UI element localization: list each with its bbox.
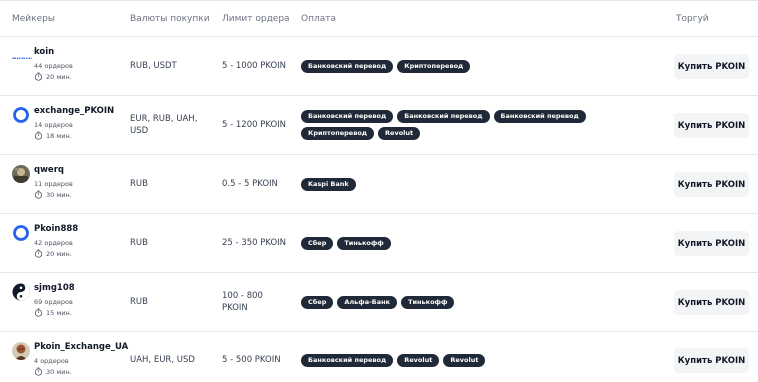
- payment-chip: Тинькофф: [337, 237, 391, 250]
- payment-methods: Сбер Альфа-Банк Тинькофф: [301, 296, 661, 309]
- limit-cell: 0.5 - 5 PKOIN: [222, 179, 278, 189]
- limit-cell: 25 - 350 PKOIN: [222, 238, 287, 248]
- table-row: PKOIN koin 44 ордеров 20 мин. RUB, USDT …: [0, 37, 758, 96]
- limit-cell: 5 - 1000 PKOIN: [222, 61, 287, 71]
- payment-methods: Kaspi Bank: [301, 178, 661, 191]
- response-time: 15 мин.: [34, 308, 72, 317]
- table-row: Pkoin_Exchange_UA 4 ордеров 30 мин. UAH,…: [0, 332, 758, 382]
- payment-chip: Альфа-Банк: [337, 296, 398, 309]
- response-time: 20 мин.: [34, 72, 72, 81]
- buy-pkoin-button[interactable]: Купить PKOIN: [674, 113, 749, 138]
- limit-cell: 5 - 1200 PKOIN: [222, 120, 287, 130]
- maker-name[interactable]: exchange_PKOIN: [34, 106, 114, 116]
- limit-cell: 100 - 800 PKOIN: [222, 291, 263, 313]
- response-time-value: 20 мин.: [46, 72, 72, 81]
- response-time-value: 30 мин.: [46, 190, 72, 199]
- response-time: 30 мин.: [34, 190, 72, 199]
- maker-name[interactable]: koin: [34, 47, 54, 57]
- header-limit: Лимит ордера: [222, 14, 290, 24]
- currencies-cell: RUB: [130, 297, 148, 307]
- ring-avatar[interactable]: [12, 224, 30, 242]
- payment-chip: Банковский перевод: [493, 110, 586, 123]
- payment-chip: Криптоперевод: [301, 127, 375, 140]
- buy-pkoin-button[interactable]: Купить PKOIN: [674, 172, 749, 197]
- payment-chip: Сбер: [301, 296, 334, 309]
- maker-name[interactable]: Pkoin888: [34, 224, 78, 234]
- buy-pkoin-button[interactable]: Купить PKOIN: [674, 231, 749, 256]
- stopwatch-icon: [34, 190, 43, 199]
- orders-count: 42 ордеров: [34, 239, 73, 247]
- buy-pkoin-button[interactable]: Купить PKOIN: [674, 348, 749, 373]
- payment-chip: Банковский перевод: [301, 354, 394, 367]
- payment-methods: Банковский перевод Revolut Revolut: [301, 354, 661, 367]
- orders-count: 69 ордеров: [34, 298, 73, 306]
- orders-count: 44 ордеров: [34, 62, 73, 70]
- table-row: Pkoin888 42 ордеров 20 мин. RUB 25 - 350…: [0, 214, 758, 273]
- maker-name[interactable]: sjmg108: [34, 283, 75, 293]
- orders-count: 4 ордеров: [34, 357, 69, 365]
- orders-count: 11 ордеров: [34, 180, 73, 188]
- payment-chip: Revolut: [378, 127, 421, 140]
- currencies-cell: RUB: [130, 179, 148, 189]
- currencies-cell: RUB: [130, 238, 148, 248]
- header-payment: Оплата: [301, 14, 336, 24]
- maker-name[interactable]: Pkoin_Exchange_UA: [34, 342, 128, 352]
- yin-yang-avatar[interactable]: [12, 283, 30, 301]
- makers-table: Мейкеры Валюты покупки Лимит ордера Опла…: [0, 0, 758, 381]
- payment-chip: Сбер: [301, 237, 334, 250]
- stopwatch-icon: [34, 308, 43, 317]
- payment-chip: Revolut: [443, 354, 486, 367]
- table-row: qwerq 11 ордеров 30 мин. RUB 0.5 - 5 PKO…: [0, 155, 758, 214]
- ring-avatar[interactable]: [12, 106, 30, 124]
- table-row: sjmg108 69 ордеров 15 мин. RUB 100 - 800…: [0, 273, 758, 332]
- response-time-value: 15 мин.: [46, 308, 72, 317]
- stopwatch-icon: [34, 249, 43, 258]
- currencies-cell: RUB, USDT: [130, 61, 177, 71]
- orders-count: 14 ордеров: [34, 121, 73, 129]
- stopwatch-icon: [34, 72, 43, 81]
- buy-pkoin-button[interactable]: Купить PKOIN: [674, 290, 749, 315]
- response-time: 30 мин.: [34, 367, 72, 376]
- photo-avatar[interactable]: [12, 165, 30, 183]
- response-time-value: 18 мин.: [46, 131, 72, 140]
- payment-chip: Банковский перевод: [301, 60, 394, 73]
- header-trade: Торгуй: [676, 14, 709, 24]
- response-time: 20 мин.: [34, 249, 72, 258]
- response-time: 18 мин.: [34, 131, 72, 140]
- payment-chip: Криптоперевод: [397, 60, 471, 73]
- payment-chip: Kaspi Bank: [301, 178, 356, 191]
- payment-methods: Сбер Тинькофф: [301, 237, 661, 250]
- table-row: exchange_PKOIN 14 ордеров 18 мин. EUR, R…: [0, 96, 758, 155]
- pkoin-logo-avatar[interactable]: PKOIN: [12, 49, 32, 59]
- stopwatch-icon: [34, 367, 43, 376]
- buy-pkoin-button[interactable]: Купить PKOIN: [674, 54, 749, 79]
- response-time-value: 20 мин.: [46, 249, 72, 258]
- currencies-cell: UAH, EUR, USD: [130, 355, 195, 365]
- payment-methods: Банковский перевод Криптоперевод: [301, 60, 661, 73]
- table-header: Мейкеры Валюты покупки Лимит ордера Опла…: [0, 1, 758, 37]
- currencies-cell: EUR, RUB, UAH, USD: [130, 114, 198, 136]
- payment-chip: Банковский перевод: [301, 110, 394, 123]
- header-makers: Мейкеры: [12, 14, 55, 24]
- stopwatch-icon: [34, 131, 43, 140]
- payment-chip: Тинькофф: [401, 296, 455, 309]
- payment-chip: Банковский перевод: [397, 110, 490, 123]
- payment-methods: Банковский перевод Банковский перевод Ба…: [301, 110, 661, 140]
- response-time-value: 30 мин.: [46, 367, 72, 376]
- header-currencies: Валюты покупки: [130, 14, 210, 24]
- limit-cell: 5 - 500 PKOIN: [222, 355, 281, 365]
- svg-text:PKOIN: PKOIN: [12, 57, 32, 59]
- payment-chip: Revolut: [397, 354, 440, 367]
- character-avatar[interactable]: [12, 342, 30, 360]
- maker-name[interactable]: qwerq: [34, 165, 64, 175]
